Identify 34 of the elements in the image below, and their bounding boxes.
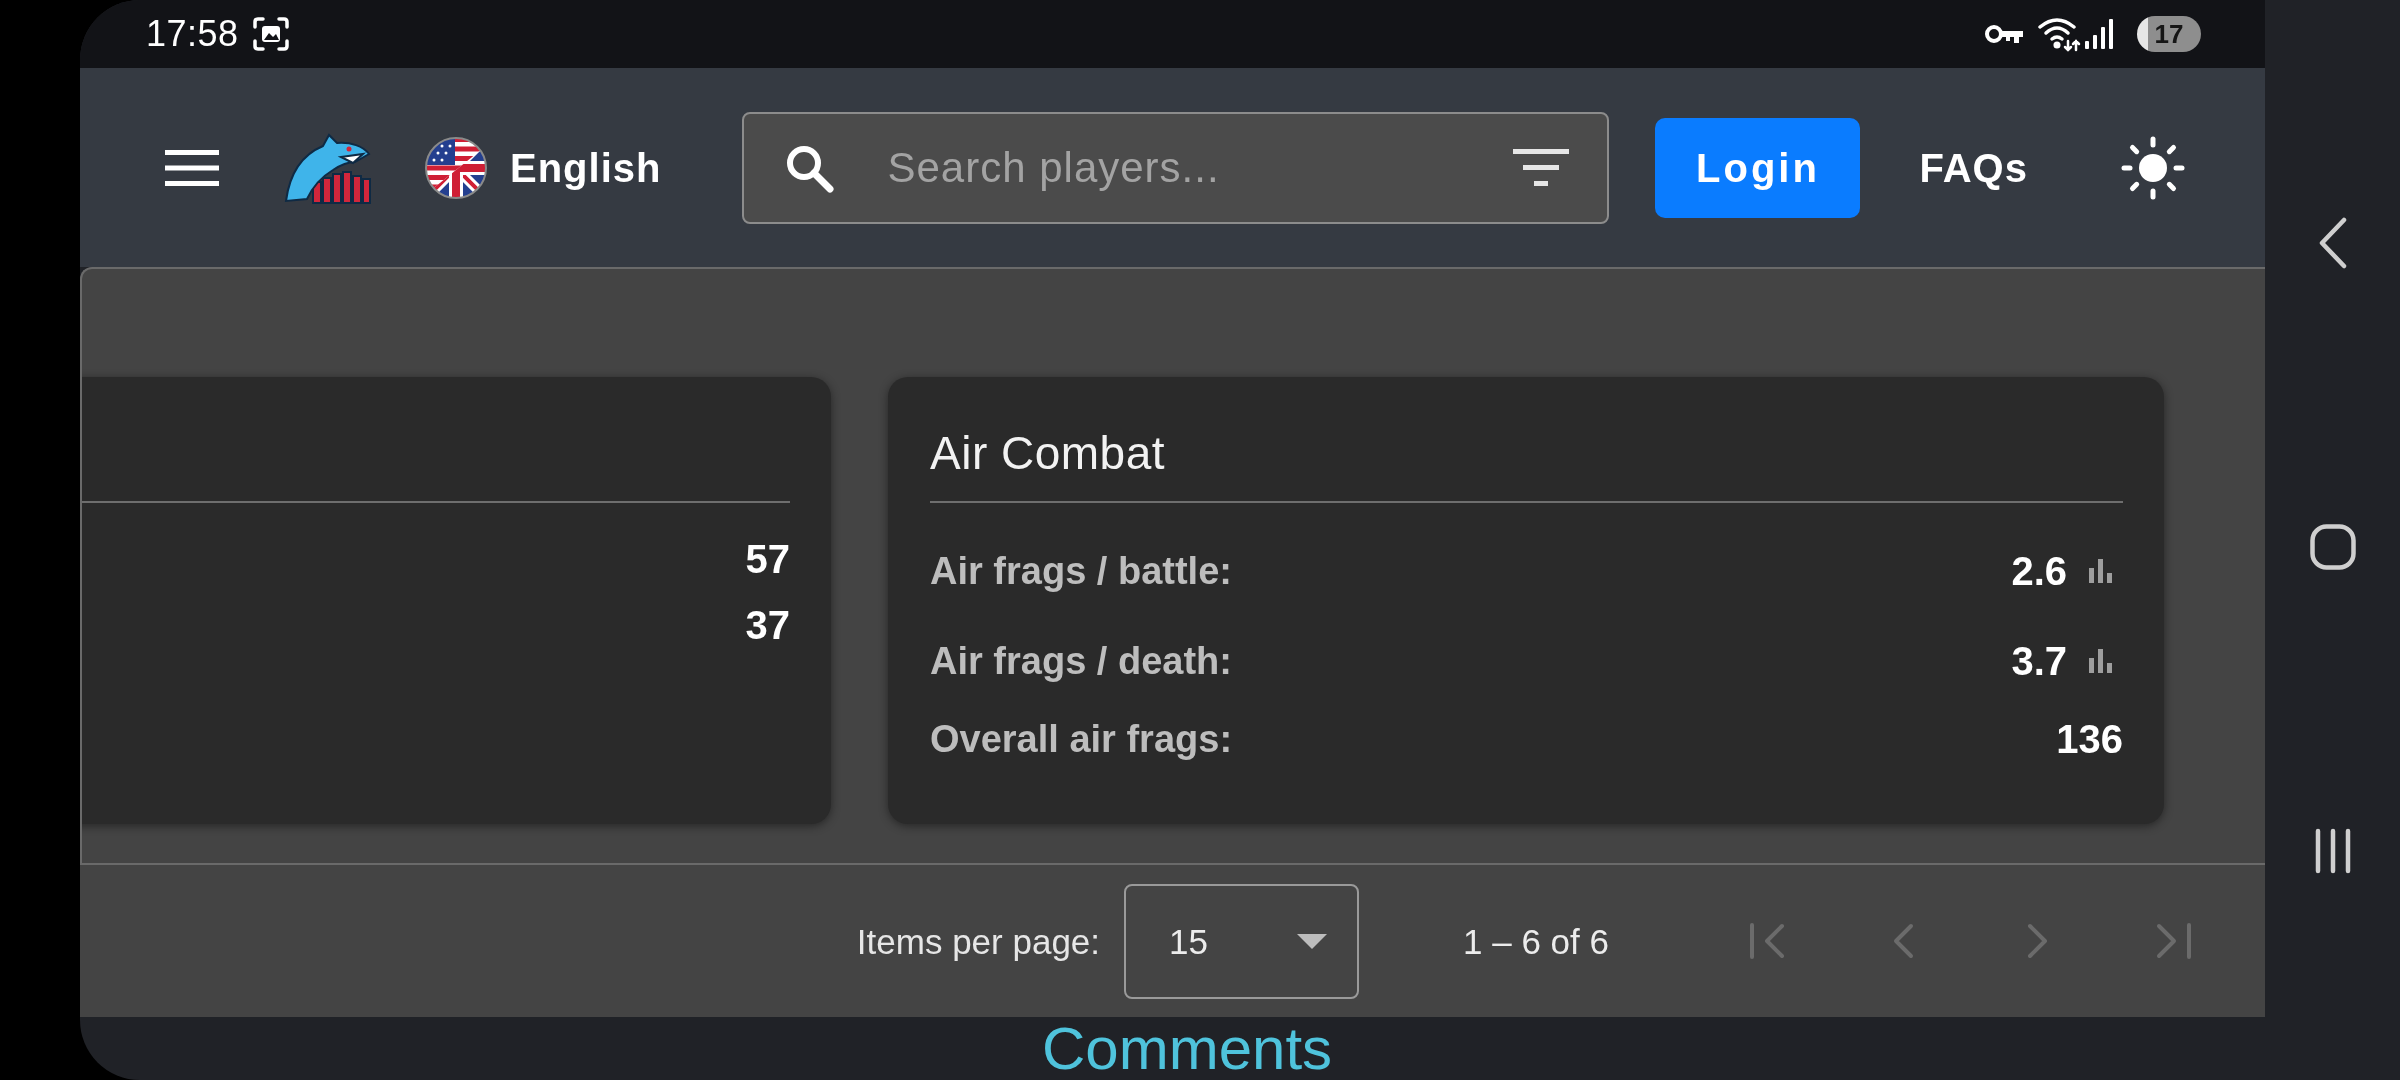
stat-value: 37 <box>745 605 790 645</box>
dropdown-caret-icon <box>1297 933 1328 949</box>
chevron-right-icon <box>2027 923 2049 959</box>
language-selector[interactable]: English <box>425 136 662 199</box>
login-button[interactable]: Login <box>1655 117 1861 218</box>
items-per-page-label: Items per page: <box>856 923 1101 959</box>
search-field[interactable]: Search players... <box>742 111 1610 224</box>
back-icon[interactable] <box>2317 217 2348 269</box>
stat-label: Overall air frags: <box>930 720 1233 758</box>
screenshot-icon <box>252 17 289 51</box>
stat-value: 57 <box>745 539 790 579</box>
page-size-select[interactable]: 15 <box>1124 883 1360 999</box>
stat-label: Air frags / battle: <box>930 552 1232 590</box>
bar-chart-icon[interactable] <box>2089 559 2112 583</box>
bar-chart-icon[interactable] <box>2089 649 2112 673</box>
page-range-label: 1 – 6 of 6 <box>1463 923 1609 959</box>
stat-value: 2.6 <box>2011 551 2067 591</box>
sun-icon[interactable] <box>2121 135 2185 200</box>
card-title: Air Combat <box>930 426 1166 480</box>
faqs-link[interactable]: FAQs <box>1919 147 2028 188</box>
home-icon[interactable] <box>2309 524 2356 570</box>
comments-heading: Comments <box>1042 1019 1333 1079</box>
signal-icon <box>2085 19 2113 49</box>
menu-icon[interactable] <box>165 147 219 188</box>
chevron-left-icon <box>1892 923 1914 959</box>
wifi-icon <box>2037 16 2081 52</box>
stat-value: 136 <box>2056 719 2123 759</box>
stat-value: 3.7 <box>2011 641 2067 681</box>
stat-label: Air frags / death: <box>930 642 1232 680</box>
status-time: 17:58 <box>146 16 239 52</box>
key-icon <box>1984 23 2024 45</box>
battery-indicator: 17 <box>2137 16 2201 52</box>
shark-logo-icon[interactable] <box>283 131 371 204</box>
filter-icon[interactable] <box>1513 148 1570 187</box>
